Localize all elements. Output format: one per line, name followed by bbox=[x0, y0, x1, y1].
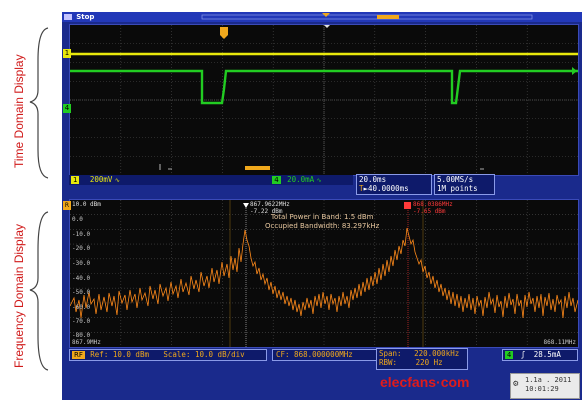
rbw-value: 220 Hz bbox=[415, 358, 443, 367]
acquisition-box[interactable]: 5.00MS/s 1M points bbox=[434, 174, 495, 195]
watermark-logo: elecfans·com bbox=[380, 374, 470, 390]
ch4-trigger-badge: 4 bbox=[505, 351, 514, 359]
vertical-scale[interactable]: Scale: 10.0 dB/div bbox=[163, 350, 244, 359]
y-tick: -80.0 bbox=[72, 332, 91, 339]
date-display: 1.1a . 2011 bbox=[525, 376, 572, 384]
frequency-domain-screen[interactable]: 10.0 dBm 0.0 -10.0 -20.0 -30.0 -40.0 -50… bbox=[63, 199, 579, 348]
y-tick-top: 10.0 dBm bbox=[72, 201, 101, 208]
marker1-icon bbox=[243, 203, 249, 208]
ch4-badge[interactable]: 4 bbox=[272, 176, 281, 184]
top-status-bar: Stop bbox=[62, 12, 582, 22]
trigger-level-marker bbox=[220, 27, 228, 39]
annotation-panel: Time Domain Display Frequency Domain Dis… bbox=[0, 0, 62, 405]
x-stop-label: 868.11MHz bbox=[543, 339, 576, 346]
center-frequency[interactable]: CF: 868.000000MHz bbox=[272, 349, 377, 361]
y-tick: -10.0 bbox=[72, 231, 91, 238]
y-tick: -40.0 bbox=[72, 275, 91, 282]
run-state[interactable]: Stop bbox=[76, 13, 94, 21]
ch1-level-marker[interactable]: 1 bbox=[63, 49, 71, 58]
span-value: 220.000kHz bbox=[414, 349, 460, 358]
ref-level[interactable]: Ref: 10.0 dBm bbox=[90, 350, 149, 359]
y-tick: -20.0 bbox=[72, 245, 91, 252]
ch1-scale[interactable]: 200mV bbox=[90, 175, 113, 184]
record-position-bar bbox=[201, 13, 533, 20]
gate-indicator bbox=[245, 166, 270, 170]
marker2-freq: 868.0386MHz bbox=[413, 201, 453, 208]
frequency-domain-label: Frequency Domain Display bbox=[12, 223, 26, 368]
frequency-domain-brace bbox=[29, 211, 49, 371]
ch4-coupling-icon: ∿ bbox=[316, 177, 322, 184]
record-length: 1M points bbox=[437, 184, 478, 193]
ch4-trigger-readout[interactable]: 4 ʃ 28.5mA bbox=[502, 349, 578, 361]
span-label: Span: bbox=[379, 349, 402, 358]
occupied-bandwidth: Occupied Bandwidth: 83.297kHz bbox=[265, 222, 380, 230]
ch4-right-arrow-icon bbox=[572, 67, 577, 75]
time-display: 10:01:29 bbox=[525, 385, 559, 393]
rf-badge[interactable]: RF bbox=[72, 351, 85, 359]
trigger-position: ►40.0000ms bbox=[363, 184, 409, 193]
total-power: Total Power in Band: 1.5 dBm bbox=[270, 213, 374, 221]
time-domain-brace bbox=[29, 27, 49, 371]
sample-rate: 5.00MS/s bbox=[437, 175, 474, 184]
marker2-level: -7.65 dBm bbox=[413, 208, 446, 215]
span-rbw-box[interactable]: Span: 220.000kHz RBW: 220 Hz bbox=[376, 348, 468, 370]
marker2-icon bbox=[404, 202, 411, 209]
ch4-scale[interactable]: 20.0mA bbox=[287, 175, 314, 184]
rf-info-bar: RF Ref: 10.0 dBm Scale: 10.0 dB/div bbox=[69, 349, 267, 361]
y-tick: 0.0 bbox=[72, 216, 83, 223]
time-domain-screen[interactable]: 1 4 bbox=[63, 24, 579, 176]
oscilloscope-window: Stop 1 4 1 200mV ∿ 4 20.0mA ∿ 20.0ms T►4… bbox=[62, 12, 582, 400]
trigger-slope-icon: ʃ bbox=[520, 350, 526, 359]
y-tick: -60.0 bbox=[72, 304, 91, 311]
ch1-badge[interactable]: 1 bbox=[71, 176, 80, 184]
y-tick: -70.0 bbox=[72, 318, 91, 325]
ch4-level-marker[interactable]: 4 bbox=[63, 104, 71, 113]
timebase-box[interactable]: 20.0ms T►40.0000ms bbox=[356, 174, 432, 195]
x-start-label: 867.9MHz bbox=[72, 339, 101, 346]
rf-marker[interactable]: R bbox=[63, 201, 71, 210]
time-info-bar: 1 200mV ∿ 4 20.0mA ∿ bbox=[69, 175, 353, 185]
bandwidth-limit-icon: ∿ bbox=[114, 177, 120, 184]
network-icon: ⚙ bbox=[513, 379, 519, 389]
y-tick: -30.0 bbox=[72, 260, 91, 267]
timebase: 20.0ms bbox=[359, 175, 387, 184]
marker1-freq: 867.9622MHz bbox=[250, 201, 290, 208]
datetime-box: ⚙ 1.1a . 2011 10:01:29 bbox=[510, 373, 580, 399]
time-grid bbox=[70, 25, 578, 175]
ch4-readout: 28.5mA bbox=[533, 350, 561, 359]
marker2-readout[interactable]: 868.0386MHz -7.65 dBm bbox=[413, 201, 453, 215]
y-tick: -50.0 bbox=[72, 289, 91, 296]
tek-icon bbox=[64, 14, 72, 20]
rbw-label: RBW: bbox=[379, 358, 398, 367]
measurement-readout: Total Power in Band: 1.5 dBm Occupied Ba… bbox=[265, 213, 379, 231]
